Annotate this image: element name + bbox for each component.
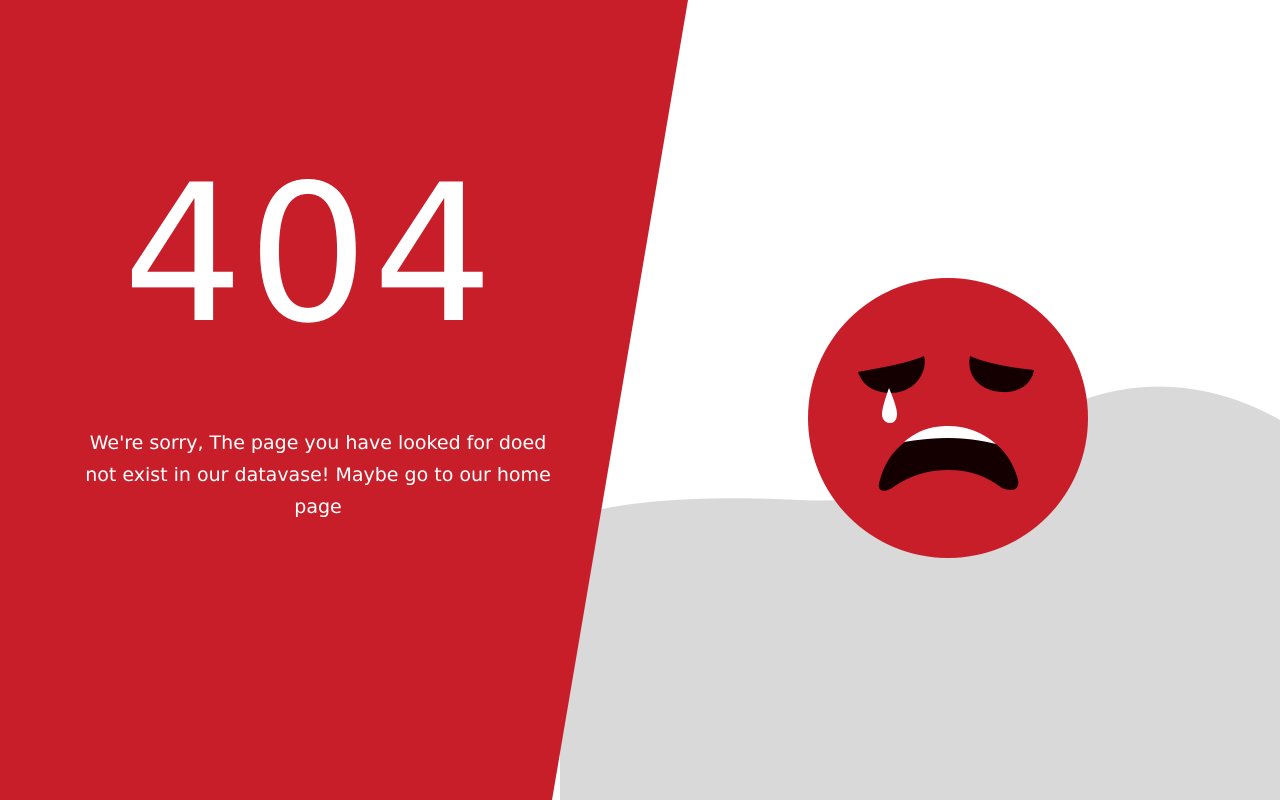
crying-face-icon bbox=[808, 278, 1088, 558]
error-message: We're sorry, The page you have looked fo… bbox=[78, 427, 558, 523]
error-message-text: We're sorry, The page you have looked fo… bbox=[85, 432, 547, 486]
error-code: 404 bbox=[122, 144, 498, 365]
error-page: 404 We're sorry, The page you have looke… bbox=[0, 0, 1280, 800]
